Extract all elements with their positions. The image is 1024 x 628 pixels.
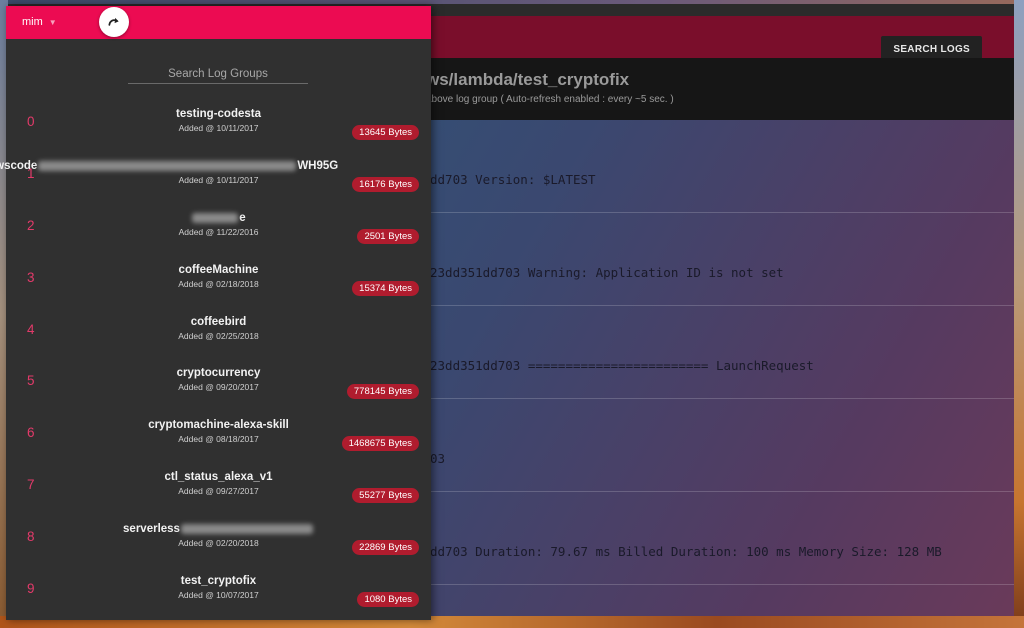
log-group-size-badge: 15374 Bytes [352,280,419,296]
log-group-item[interactable]: 4 coffeebird Added @ 02/25/2018 [6,308,431,360]
log-group-name: e [6,212,431,224]
log-group-name: ctl_status_alexa_v1 [164,471,273,484]
log-group-size-badge: 778145 Bytes [346,384,419,400]
log-group-item[interactable]: 8 serverless Added @ 02/20/2018 22869 By… [6,515,431,567]
log-group-name: awscode WH95G [0,160,376,172]
log-group-item[interactable]: 6 cryptomachine-alexa-skill Added @ 08/1… [6,411,431,463]
log-group-name: coffeebird [190,315,247,328]
log-group-size-badge: 1080 Bytes [357,592,419,608]
log-group-item[interactable]: 3 coffeeMachine Added @ 02/18/2018 15374… [6,256,431,308]
log-group-name: test_cryptofix [180,575,257,588]
log-group-name-suffix: WH95G [297,159,339,172]
log-event-text: dd703 Duration: 79.67 ms Billed Duration… [430,544,942,559]
log-groups-drawer: mim ▼ 0 testing-codesta Added @ 10/11/20… [0,6,431,620]
redacted-text [192,212,239,223]
log-group-item[interactable]: 5 cryptocurrency Added @ 09/20/2017 7781… [6,359,431,411]
log-groups-list: 0 testing-codesta Added @ 10/11/2017 136… [0,100,431,619]
log-group-name: testing-codesta [176,108,261,120]
log-group-size-badge: 13645 Bytes [352,125,419,140]
log-group-item[interactable]: 1 awscodeWH95G Added @ 10/11/2017 16176 … [0,152,431,204]
log-group-name: cryptocurrency [176,367,261,380]
drawer-header: mim ▼ [6,6,431,39]
log-event-text: 23dd351dd703 Warning: Application ID is … [430,265,784,280]
log-event-text: dd703 Version: $LATEST [430,172,596,187]
log-group-item[interactable]: 0 testing-codesta Added @ 10/11/2017 136… [6,100,431,152]
log-group-item[interactable]: 7 ctl_status_alexa_v1 Added @ 09/27/2017… [6,463,431,515]
log-group-size-badge: 1468675 Bytes [341,436,419,452]
redacted-text [38,160,297,171]
log-group-size-badge: 55277 Bytes [352,488,419,504]
log-group-name-prefix: serverless [123,523,180,536]
log-group-name: serverless [6,523,431,535]
log-group-size-badge: 2501 Bytes [357,228,419,244]
log-event-text: 03 [430,451,446,466]
log-group-size-badge: 22869 Bytes [352,540,419,556]
account-select[interactable]: mim ▼ [22,16,57,28]
log-group-name-prefix: awscode [0,159,38,172]
log-group-name: coffeeMachine [178,263,259,276]
search-log-groups-input[interactable] [128,64,308,84]
log-group-title: ws/lambda/test_cryptofix [426,70,630,89]
log-group-subtitle: above log group ( Auto-refresh enabled :… [426,94,674,105]
refresh-button[interactable] [99,7,129,37]
account-name: mim [22,16,43,28]
log-event-text: 23dd351dd703 ======================== La… [430,358,814,373]
redo-arrow-icon [108,17,119,26]
log-group-size-badge: 16176 Bytes [352,176,419,192]
log-group-item[interactable]: 2 e Added @ 11/22/2016 2501 Bytes [6,204,431,256]
log-group-name-suffix: e [239,211,246,224]
log-group-name: cryptomachine-alexa-skill [148,419,289,432]
log-group-item[interactable]: 9 test_cryptofix Added @ 10/07/2017 1080… [6,567,431,619]
caret-down-icon: ▼ [48,17,57,27]
desktop-wallpaper-right [1014,0,1024,628]
redacted-text [180,524,313,535]
log-group-added-date: Added @ 02/25/2018 [178,330,259,341]
